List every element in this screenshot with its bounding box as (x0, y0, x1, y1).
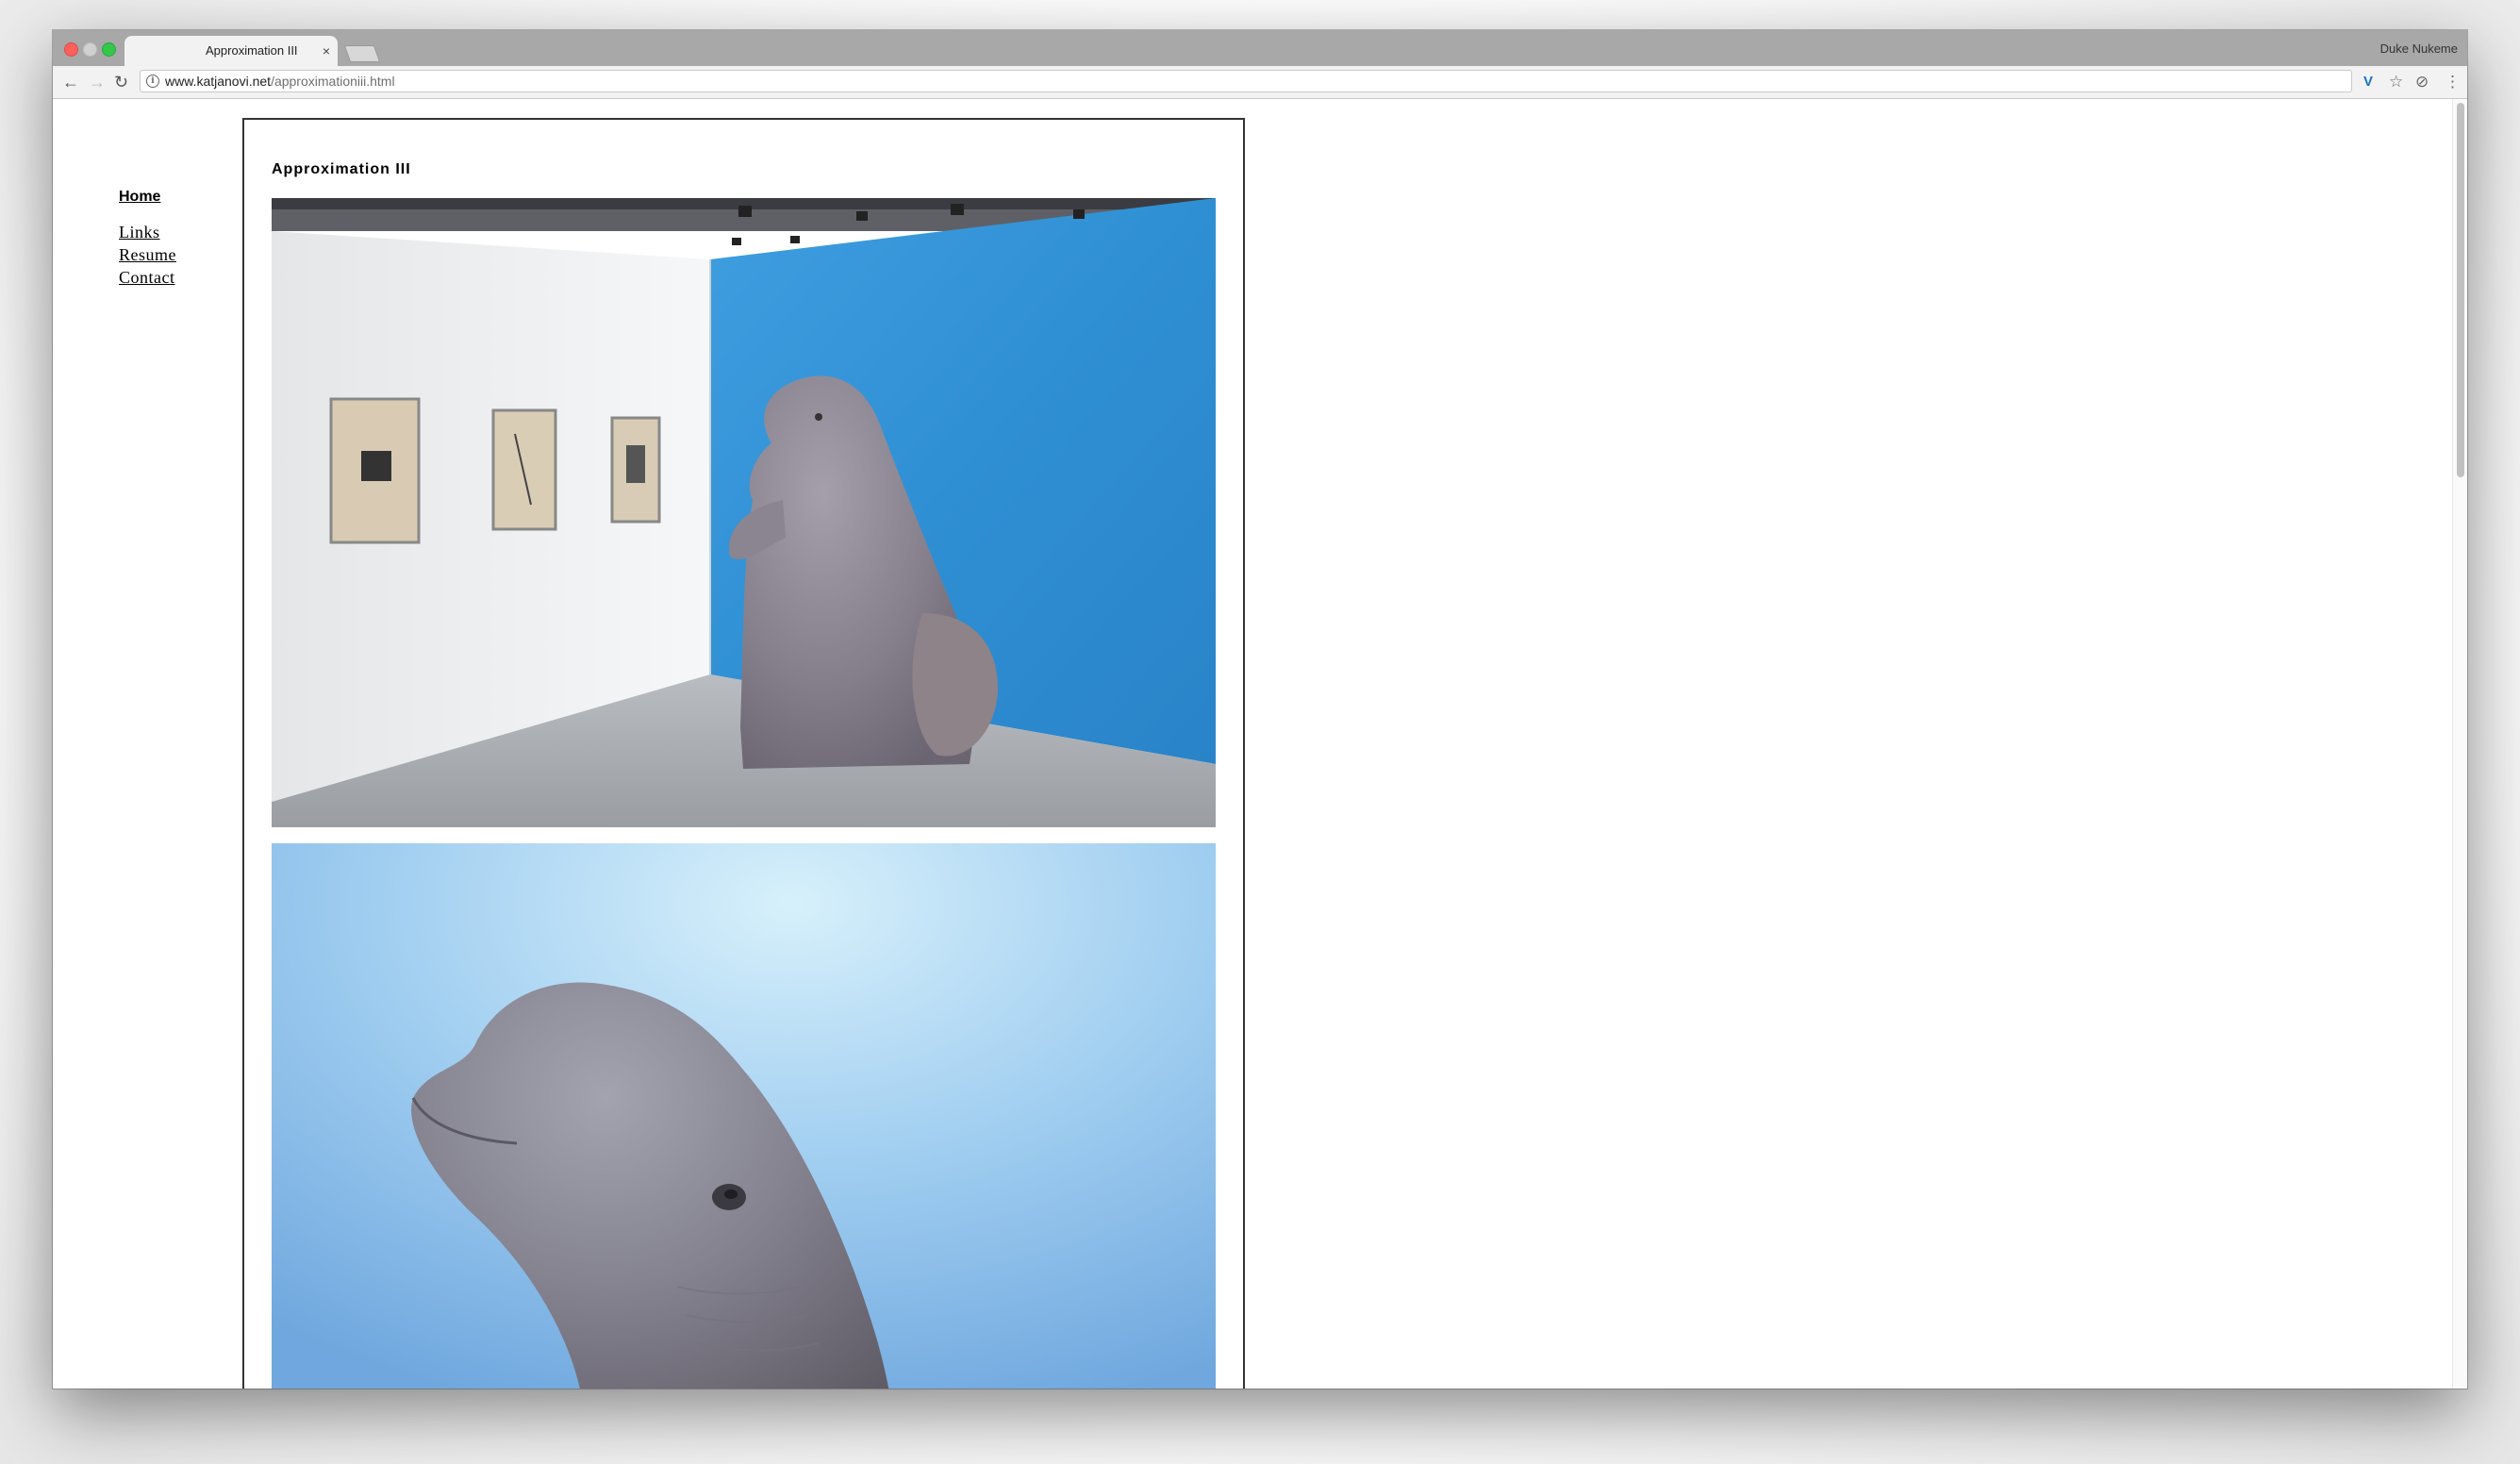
new-tab-button[interactable] (343, 45, 381, 62)
back-icon[interactable]: ← (62, 66, 79, 98)
window-close-button[interactable] (64, 42, 78, 57)
artwork-photo-installation (272, 198, 1216, 827)
page-scrollbar[interactable] (2452, 99, 2467, 1389)
installation-image (272, 198, 1216, 827)
page-title: Approximation III (272, 161, 411, 177)
nav-link-home[interactable]: Home (119, 189, 160, 206)
extension-block-icon[interactable]: ⊘ (2415, 66, 2429, 98)
forward-icon[interactable]: → (89, 66, 106, 98)
tab-strip: Approximation III × Duke Nukeme (53, 30, 2467, 66)
nav-link-contact[interactable]: Contact (119, 268, 175, 288)
menu-icon[interactable]: ⋮ (2445, 66, 2461, 98)
content-frame: Approximation III (242, 118, 1245, 1389)
bookmark-star-icon[interactable]: ☆ (2389, 66, 2403, 98)
tab-title: Approximation III (206, 43, 298, 58)
extension-v-icon[interactable]: V (2363, 66, 2373, 98)
address-bar[interactable]: i www.katjanovi.net/approximationiii.htm… (140, 70, 2352, 92)
browser-window: Approximation III × Duke Nukeme ← → ↻ i … (53, 30, 2467, 1389)
page-content: Home Links Resume Contact Approximation … (53, 99, 2467, 1389)
nav-link-resume[interactable]: Resume (119, 245, 176, 265)
window-maximize-button[interactable] (102, 42, 116, 57)
artwork-photo-closeup (272, 843, 1216, 1389)
tab-close-icon[interactable]: × (323, 36, 330, 66)
nav-link-links[interactable]: Links (119, 223, 160, 242)
url-host: www.katjanovi.net (165, 74, 272, 89)
site-info-icon[interactable]: i (146, 75, 159, 88)
profile-name[interactable]: Duke Nukeme (2380, 42, 2458, 56)
reload-icon[interactable]: ↻ (114, 66, 128, 98)
scrollbar-thumb[interactable] (2457, 103, 2464, 477)
window-minimize-button[interactable] (83, 42, 97, 57)
tab-active[interactable]: Approximation III × (124, 36, 338, 66)
url-path: /approximationiii.html (271, 74, 395, 89)
browser-toolbar: ← → ↻ i www.katjanovi.net/approximationi… (53, 66, 2467, 99)
closeup-image (272, 843, 1216, 1389)
